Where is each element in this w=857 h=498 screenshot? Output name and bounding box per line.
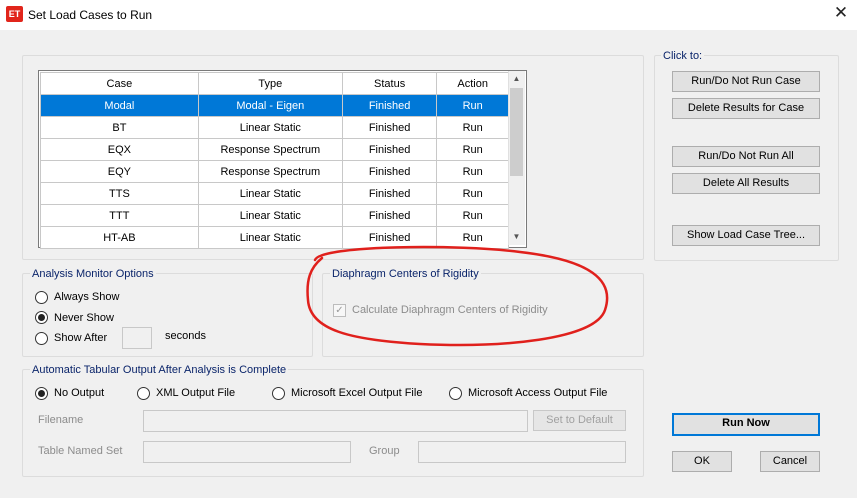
cell-status[interactable]: Finished [341, 160, 438, 183]
access-output-label[interactable]: Microsoft Access Output File [468, 387, 607, 399]
no-output-label[interactable]: No Output [54, 387, 104, 399]
table-row[interactable]: EQX Response Spectrum Finished Run [40, 138, 509, 161]
cell-type[interactable]: Response Spectrum [197, 138, 343, 161]
show-after-label[interactable]: Show After [54, 332, 107, 344]
cancel-button[interactable]: Cancel [760, 451, 820, 472]
excel-output-radio[interactable] [272, 387, 285, 400]
click-to-label: Click to: [661, 50, 705, 62]
cell-type[interactable]: Linear Static [197, 116, 343, 139]
filename-input [143, 410, 528, 432]
never-show-label[interactable]: Never Show [54, 312, 114, 324]
group-input [418, 441, 626, 463]
table-header-row: Case Type Status Action [40, 72, 509, 95]
xml-output-radio[interactable] [137, 387, 150, 400]
table-row[interactable]: Modal Modal - Eigen Finished Run [40, 94, 509, 117]
cell-action[interactable]: Run [436, 182, 509, 205]
xml-output-label[interactable]: XML Output File [156, 387, 235, 399]
group-label: Group [369, 445, 400, 457]
ok-button[interactable]: OK [672, 451, 732, 472]
cell-case[interactable]: EQY [40, 160, 199, 183]
always-show-radio[interactable] [35, 291, 48, 304]
table-row[interactable]: EQY Response Spectrum Finished Run [40, 160, 509, 183]
seconds-label: seconds [165, 330, 206, 342]
scroll-up-icon[interactable]: ▲ [510, 74, 523, 83]
cell-status[interactable]: Finished [341, 94, 438, 117]
cell-action[interactable]: Run [436, 94, 509, 117]
table-named-set-label: Table Named Set [38, 445, 123, 457]
cell-case[interactable]: BT [40, 116, 199, 139]
run-do-not-run-all-button[interactable]: Run/Do Not Run All [672, 146, 820, 167]
show-after-radio[interactable] [35, 332, 48, 345]
window-title: Set Load Cases to Run [28, 8, 153, 22]
never-show-radio[interactable] [35, 311, 48, 324]
delete-all-results-button[interactable]: Delete All Results [672, 173, 820, 194]
cell-type[interactable]: Response Spectrum [197, 160, 343, 183]
cell-case[interactable]: TTS [40, 182, 199, 205]
show-load-case-tree-button[interactable]: Show Load Case Tree... [672, 225, 820, 246]
cell-action[interactable]: Run [436, 160, 509, 183]
scrollbar-thumb[interactable] [510, 88, 523, 176]
table-row[interactable]: BT Linear Static Finished Run [40, 116, 509, 139]
cell-type[interactable]: Linear Static [197, 204, 343, 227]
show-after-seconds-input[interactable] [122, 327, 152, 349]
cell-action[interactable]: Run [436, 138, 509, 161]
column-header-type[interactable]: Type [197, 72, 343, 95]
cell-case[interactable]: HT-AB [40, 226, 199, 249]
cell-case[interactable]: EQX [40, 138, 199, 161]
cell-status[interactable]: Finished [341, 138, 438, 161]
table-row[interactable]: TTS Linear Static Finished Run [40, 182, 509, 205]
table-row[interactable]: TTT Linear Static Finished Run [40, 204, 509, 227]
run-do-not-run-case-button[interactable]: Run/Do Not Run Case [672, 71, 820, 92]
red-annotation-circle [306, 245, 609, 347]
cell-case[interactable]: TTT [40, 204, 199, 227]
column-header-action[interactable]: Action [436, 72, 509, 95]
run-now-button[interactable]: Run Now [672, 413, 820, 436]
analysis-monitor-label: Analysis Monitor Options [30, 268, 156, 280]
cell-type[interactable]: Linear Static [197, 182, 343, 205]
delete-results-for-case-button[interactable]: Delete Results for Case [672, 98, 820, 119]
close-icon[interactable]: ✕ [829, 3, 853, 23]
load-case-table: Case Type Status Action Modal Modal - Ei… [40, 72, 509, 249]
filename-label: Filename [38, 414, 84, 426]
cell-status[interactable]: Finished [341, 182, 438, 205]
column-header-status[interactable]: Status [341, 72, 438, 95]
column-header-case[interactable]: Case [40, 72, 199, 95]
etabs-app-icon: ET [6, 6, 23, 22]
always-show-label[interactable]: Always Show [54, 291, 119, 303]
cell-action[interactable]: Run [436, 116, 509, 139]
tabular-output-label: Automatic Tabular Output After Analysis … [30, 364, 289, 376]
cell-case[interactable]: Modal [40, 94, 199, 117]
table-named-set-input [143, 441, 351, 463]
excel-output-label[interactable]: Microsoft Excel Output File [291, 387, 422, 399]
cell-type[interactable]: Modal - Eigen [197, 94, 343, 117]
no-output-radio[interactable] [35, 387, 48, 400]
access-output-radio[interactable] [449, 387, 462, 400]
set-to-default-button: Set to Default [533, 410, 626, 431]
cell-status[interactable]: Finished [341, 116, 438, 139]
cell-action[interactable]: Run [436, 204, 509, 227]
cell-status[interactable]: Finished [341, 204, 438, 227]
